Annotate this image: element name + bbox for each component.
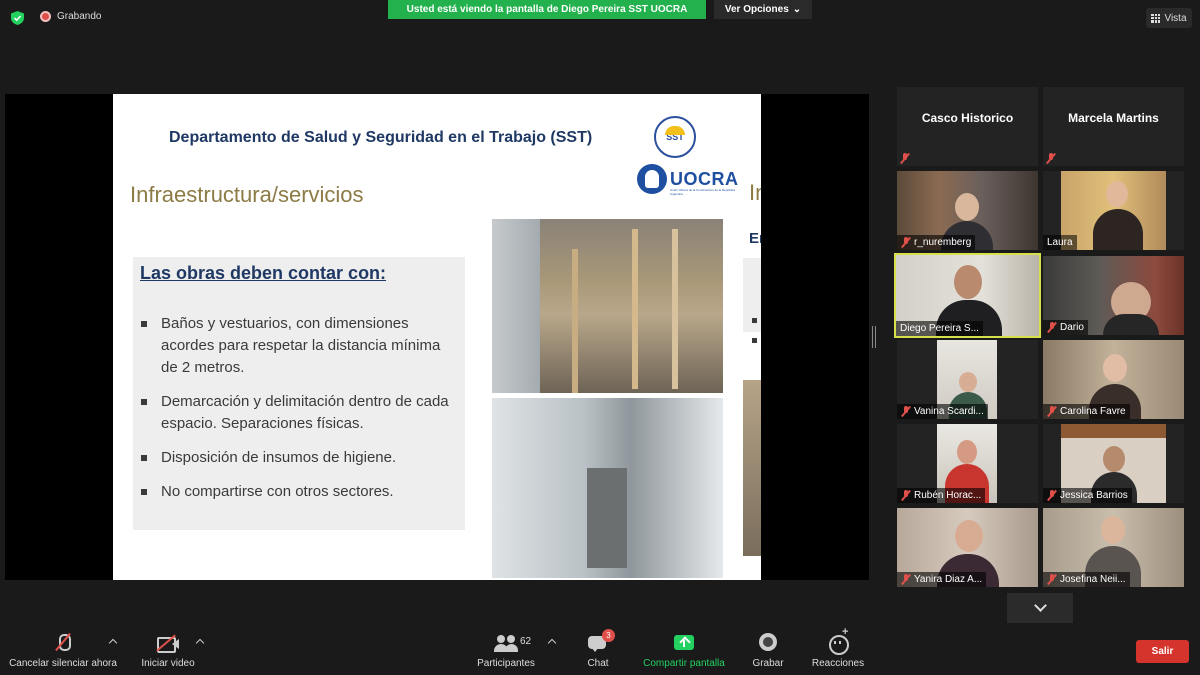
list-item: Demarcación y delimitación dentro de cad… (137, 391, 459, 435)
list-item: Disposición de insumos de higiene. (137, 447, 459, 469)
participant-label: Vanina Scardi... (897, 404, 988, 419)
view-button-label: Vista (1164, 12, 1187, 24)
participants-label: Participantes (477, 658, 535, 669)
mic-muted-icon (901, 574, 911, 585)
participant-label: Josefina Neii... (1043, 572, 1130, 587)
screen-share-banner: Usted está viendo la pantalla de Diego P… (388, 0, 706, 19)
share-screen-icon (669, 632, 699, 654)
shared-screen[interactable]: Departamento de Salud y Seguridad en el … (5, 94, 869, 580)
reactions-label: Reacciones (811, 658, 865, 669)
share-screen-button[interactable]: Compartir pantalla (638, 628, 730, 675)
recording-label: Grabando (57, 11, 102, 22)
requirements-box: Las obras deben contar con: Baños y vest… (133, 257, 465, 530)
participant-label: Laura (1043, 235, 1077, 250)
reactions-button[interactable]: Reacciones (808, 626, 868, 675)
participant-label: Rubén Horac... (897, 488, 986, 503)
uocra-logo-icon (637, 164, 667, 194)
sst-logo: SST (654, 116, 696, 158)
mic-muted-icon (901, 490, 911, 501)
list-item: No compartirse con otros sectores. (137, 481, 459, 503)
record-label: Grabar (752, 658, 784, 669)
participant-tile[interactable]: Carolina Favre (1043, 340, 1184, 419)
requirements-title: Las obras deben contar con: (140, 263, 387, 283)
chat-icon: 3 (583, 629, 615, 654)
participant-tile[interactable]: Casco Historico (897, 87, 1038, 166)
participant-tile[interactable]: Marcela Martins (1043, 87, 1184, 166)
mic-muted-icon (1047, 406, 1057, 417)
mic-muted-icon (1046, 153, 1056, 164)
mic-muted-icon (1047, 490, 1057, 501)
plastic-partitions-photo (492, 398, 723, 578)
recording-dot-icon (40, 11, 51, 22)
participant-label: Jessica Barrios (1043, 488, 1132, 503)
participant-label: r_nuremberg (897, 235, 976, 250)
leave-meeting-button[interactable]: Salir (1136, 640, 1189, 663)
slide-title: Infraestructura/servicios (130, 182, 364, 207)
participant-name: Casco Historico (921, 111, 1014, 125)
video-off-icon (153, 632, 183, 654)
participants-icon (491, 632, 521, 654)
presentation-slide: Departamento de Salud y Seguridad en el … (113, 94, 761, 580)
next-slide-peek-photo (743, 380, 761, 556)
uocra-logo-text: UOCRA (670, 168, 739, 189)
reactions-smiley-icon (823, 626, 853, 655)
unmute-label: Cancelar silenciar ahora (9, 658, 117, 669)
participant-tile[interactable]: Jessica Barrios (1043, 424, 1184, 503)
record-button[interactable]: Grabar (748, 628, 788, 675)
start-video-label: Iniciar video (141, 658, 195, 669)
security-shield-icon[interactable] (11, 11, 24, 25)
resize-handle[interactable] (872, 326, 876, 348)
next-slide-peek-title: In (749, 180, 761, 205)
chevron-down-icon: ⌄ (792, 4, 802, 15)
participant-tile-active-speaker[interactable]: Diego Pereira S... (894, 253, 1041, 338)
chevron-down-icon (1033, 599, 1047, 612)
participant-tile[interactable]: Josefina Neii... (1043, 508, 1184, 587)
recording-indicator[interactable]: Grabando (40, 11, 101, 22)
view-options-button[interactable]: Ver Opciones ⌄ (714, 0, 812, 19)
start-video-button[interactable]: Iniciar video (134, 628, 202, 675)
unmute-button[interactable]: Cancelar silenciar ahora (6, 628, 120, 675)
participant-video (1061, 171, 1166, 250)
participant-tile[interactable]: Vanina Scardi... (897, 340, 1038, 419)
participants-options-caret-icon[interactable] (547, 638, 557, 648)
chat-unread-badge: 3 (602, 629, 615, 642)
mic-muted-icon (900, 153, 910, 164)
participant-label: Carolina Favre (1043, 404, 1130, 419)
participant-label: Dario (1043, 320, 1088, 335)
list-item: Baños y vestuarios, con dimensiones acor… (137, 313, 459, 379)
share-screen-label: Compartir pantalla (643, 658, 725, 669)
bathroom-stalls-photo (492, 219, 723, 393)
meeting-toolbar: Cancelar silenciar ahora Iniciar video P… (0, 626, 1200, 675)
participant-tile[interactable]: Laura (1043, 171, 1184, 250)
participant-tile[interactable]: Rubén Horac... (897, 424, 1038, 503)
participant-name: Marcela Martins (1068, 111, 1159, 125)
uocra-subtitle: Unión Obrera de la Construcción de la Re… (670, 188, 736, 196)
record-icon (753, 632, 783, 654)
participant-label: Diego Pereira S... (896, 321, 983, 336)
mic-muted-icon (1047, 574, 1057, 585)
next-slide-peek-box (743, 258, 761, 343)
next-slide-peek-subtitle: En (749, 230, 761, 247)
mic-muted-icon (901, 237, 911, 248)
mic-muted-icon (1047, 322, 1057, 333)
participants-count: 62 (520, 636, 532, 647)
participant-tile[interactable]: Dario (1043, 256, 1184, 335)
mic-muted-icon (48, 632, 78, 654)
participant-tile[interactable]: r_nuremberg (897, 171, 1038, 250)
view-options-label: Ver Opciones (724, 4, 789, 15)
chat-button[interactable]: 3 Chat (578, 628, 618, 675)
grid-icon (1151, 13, 1161, 23)
participant-tile[interactable]: Yanira Diaz A... (897, 508, 1038, 587)
top-bar: Grabando Usted está viendo la pantalla d… (0, 0, 1200, 36)
requirements-list: Baños y vestuarios, con dimensiones acor… (137, 313, 459, 515)
gallery-next-page-button[interactable] (1007, 593, 1073, 623)
view-button[interactable]: Vista (1146, 8, 1192, 28)
mic-muted-icon (901, 406, 911, 417)
slide-header: Departamento de Salud y Seguridad en el … (169, 129, 593, 146)
chat-label: Chat (587, 658, 609, 669)
participant-label: Yanira Diaz A... (897, 572, 987, 587)
